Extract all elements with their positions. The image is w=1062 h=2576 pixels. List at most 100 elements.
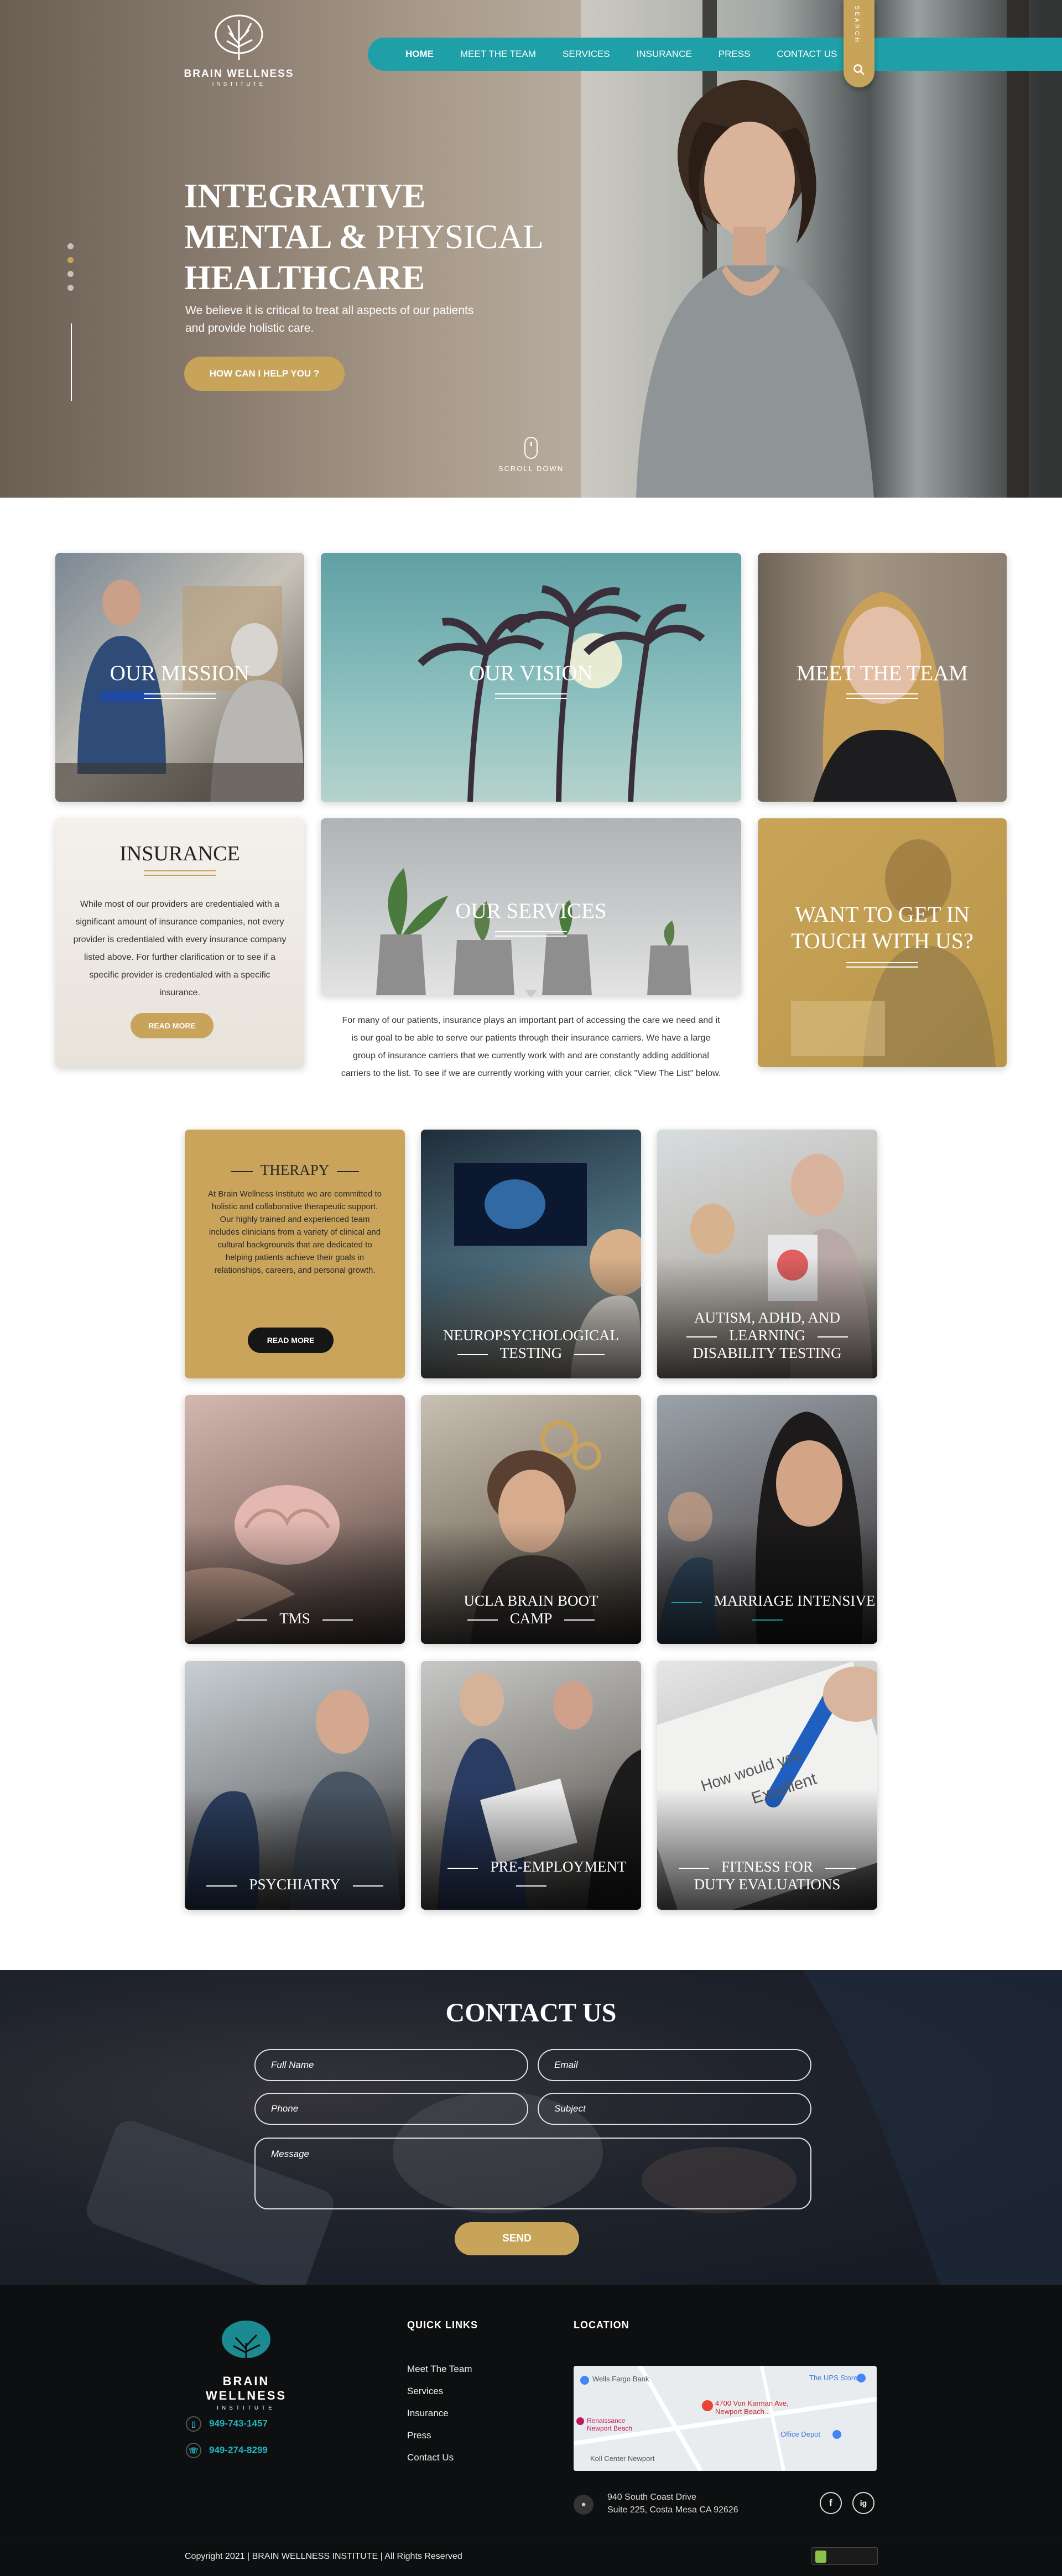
instagram-icon[interactable]: ig: [852, 2492, 874, 2514]
nav-press[interactable]: PRESS: [719, 49, 751, 60]
title-bar: [671, 1601, 702, 1603]
search-button[interactable]: SEARCH: [844, 0, 874, 87]
map-label-office: Office Depot: [780, 2430, 821, 2438]
get-in-touch-tile[interactable]: WANT TO GET IN TOUCH WITH US?: [758, 818, 1007, 1067]
our-services-tile[interactable]: OUR SERVICES: [321, 818, 741, 995]
phone-input[interactable]: Phone: [254, 2093, 528, 2125]
footer-link-insurance[interactable]: Insurance: [407, 2408, 449, 2419]
help-cta-button[interactable]: HOW CAN I HELP YOU ?: [184, 357, 345, 391]
service-card-bootcamp[interactable]: UCLA BRAIN BOOT CAMP: [421, 1395, 641, 1644]
brand-logo[interactable]: BRAIN WELLNESS INSTITUTE: [184, 13, 294, 87]
main-navigation: HOME MEET THE TEAM SERVICES INSURANCE PR…: [368, 38, 1062, 71]
security-badge: [811, 2547, 878, 2565]
brain-tree-icon: [222, 2321, 270, 2365]
address-line2: Suite 225, Costa Mesa CA 92626: [607, 2505, 738, 2515]
phone-2-text: 949-274-8299: [209, 2444, 268, 2455]
nav-meet-the-team[interactable]: MEET THE TEAM: [460, 49, 536, 60]
services-title-text: OUR SERVICES: [455, 899, 607, 923]
slide-dot[interactable]: [67, 271, 74, 277]
team-tile[interactable]: MEET THE TEAM: [758, 553, 1007, 802]
service-card-preemployment[interactable]: PRE-EMPLOYMENT: [421, 1661, 641, 1910]
send-button[interactable]: SEND: [455, 2222, 579, 2255]
email-input[interactable]: Email: [538, 2049, 811, 2081]
title-underline: [495, 693, 567, 699]
service-card-fitness-duty[interactable]: How would you Excellent FITNESS FOR DUTY…: [657, 1661, 877, 1910]
facebook-icon[interactable]: f: [820, 2492, 842, 2514]
service-label-line2: TESTING: [499, 1345, 563, 1361]
therapy-title-text: THERAPY: [260, 1162, 330, 1178]
slide-dot[interactable]: [67, 285, 74, 291]
slide-dot[interactable]: [67, 243, 74, 249]
footer-link-contact[interactable]: Contact Us: [407, 2452, 454, 2463]
nav-services[interactable]: SERVICES: [563, 49, 610, 60]
nav-home[interactable]: HOME: [405, 49, 434, 60]
slide-dot-active[interactable]: [67, 257, 74, 263]
nav-contact-us[interactable]: CONTACT US: [777, 49, 837, 60]
title-bar: [679, 1867, 710, 1869]
hero-section: BRAIN WELLNESS INSTITUTE HOME MEET THE T…: [0, 0, 1062, 498]
title-bar: [230, 1171, 253, 1172]
get-in-touch-title-text: WANT TO GET IN TOUCH WITH US?: [791, 902, 974, 953]
service-label: FITNESS FOR DUTY EVALUATIONS: [657, 1858, 877, 1893]
hero-title-line2-thin: PHYSICAL: [376, 218, 544, 256]
hero-title: INTEGRATIVE MENTAL & PHYSICAL HEALTHCARE: [184, 176, 544, 299]
phone-icon: ☏: [186, 2443, 201, 2458]
search-label: SEARCH: [853, 6, 860, 44]
mission-title-text: OUR MISSION: [110, 661, 250, 685]
nav-insurance[interactable]: INSURANCE: [637, 49, 692, 60]
service-card-autism[interactable]: AUTISM, ADHD, AND LEARNING DISABILITY TE…: [657, 1130, 877, 1378]
brain-tree-icon: [215, 14, 263, 60]
mobile-icon: ▯: [186, 2416, 201, 2432]
therapy-body: At Brain Wellness Institute we are commi…: [207, 1189, 382, 1275]
full-name-input[interactable]: Full Name: [254, 2049, 528, 2081]
service-label-line1: AUTISM, ADHD, AND: [694, 1309, 840, 1326]
service-label-line1: PRE-EMPLOYMENT: [490, 1858, 627, 1875]
insurance-read-more-button[interactable]: READ MORE: [131, 1013, 214, 1038]
mission-tile[interactable]: OUR MISSION: [55, 553, 304, 802]
service-label: TMS: [185, 1610, 405, 1627]
get-in-touch-title: WANT TO GET IN TOUCH WITH US?: [758, 901, 1007, 968]
service-label: MARRIAGE INTENSIVE: [657, 1592, 877, 1627]
brand-subtitle: INSTITUTE: [212, 81, 266, 87]
subject-input[interactable]: Subject: [538, 2093, 811, 2125]
vision-tile[interactable]: OUR VISION: [321, 553, 741, 802]
footer-phone-1[interactable]: ▯ 949-743-1457: [186, 2416, 268, 2432]
therapy-read-more-button[interactable]: READ MORE: [248, 1328, 334, 1353]
title-bar: [817, 1336, 848, 1337]
phone-1-text: 949-743-1457: [209, 2418, 268, 2429]
team-title: MEET THE TEAM: [758, 661, 1007, 699]
services-title: OUR SERVICES: [321, 898, 741, 937]
title-underline: [846, 962, 918, 968]
service-card-neuropsych[interactable]: NEUROPSYCHOLOGICAL TESTING: [421, 1130, 641, 1378]
title-bar: [457, 1354, 488, 1355]
service-label-line2: CAMP: [509, 1610, 553, 1627]
vision-title-text: OUR VISION: [469, 661, 593, 685]
service-label-line1: FITNESS FOR: [721, 1858, 813, 1875]
insurance-tile: INSURANCE While most of our providers ar…: [55, 818, 304, 1067]
footer-logo[interactable]: BRAIN WELLNESS INSTITUTE: [183, 2318, 310, 2411]
service-label: AUTISM, ADHD, AND LEARNING DISABILITY TE…: [657, 1309, 877, 1362]
copyright-bar: Copyright 2021 | BRAIN WELLNESS INSTITUT…: [0, 2537, 1062, 2576]
service-label-line2: LEARNING: [729, 1327, 805, 1344]
map-label-bank: Wells Fargo Bank: [592, 2375, 649, 2383]
location-map[interactable]: Wells Fargo Bank The UPS Store 4700 Von …: [574, 2366, 877, 2471]
scroll-down[interactable]: SCROLL DOWN: [487, 437, 575, 473]
title-bar: [352, 1885, 383, 1887]
footer-phone-2[interactable]: ☏ 949-274-8299: [186, 2443, 268, 2458]
footer-link-services[interactable]: Services: [407, 2386, 443, 2397]
service-label: PSYCHIATRY: [185, 1875, 405, 1893]
service-card-tms[interactable]: TMS: [185, 1395, 405, 1644]
footer-link-team[interactable]: Meet The Team: [407, 2364, 472, 2375]
service-label: UCLA BRAIN BOOT CAMP: [421, 1592, 641, 1627]
window-frame: [1007, 0, 1029, 498]
service-card-psychiatry[interactable]: PSYCHIATRY: [185, 1661, 405, 1910]
message-textarea[interactable]: Message: [254, 2138, 811, 2209]
title-bar: [206, 1885, 237, 1887]
footer-link-press[interactable]: Press: [407, 2430, 431, 2441]
service-label: PRE-EMPLOYMENT: [421, 1858, 641, 1893]
service-card-marriage[interactable]: MARRIAGE INTENSIVE: [657, 1395, 877, 1644]
hero-title-line2: MENTAL &: [184, 218, 368, 256]
title-bar: [686, 1336, 717, 1337]
title-underline: [495, 931, 567, 937]
service-label-line3: DISABILITY TESTING: [693, 1345, 842, 1361]
